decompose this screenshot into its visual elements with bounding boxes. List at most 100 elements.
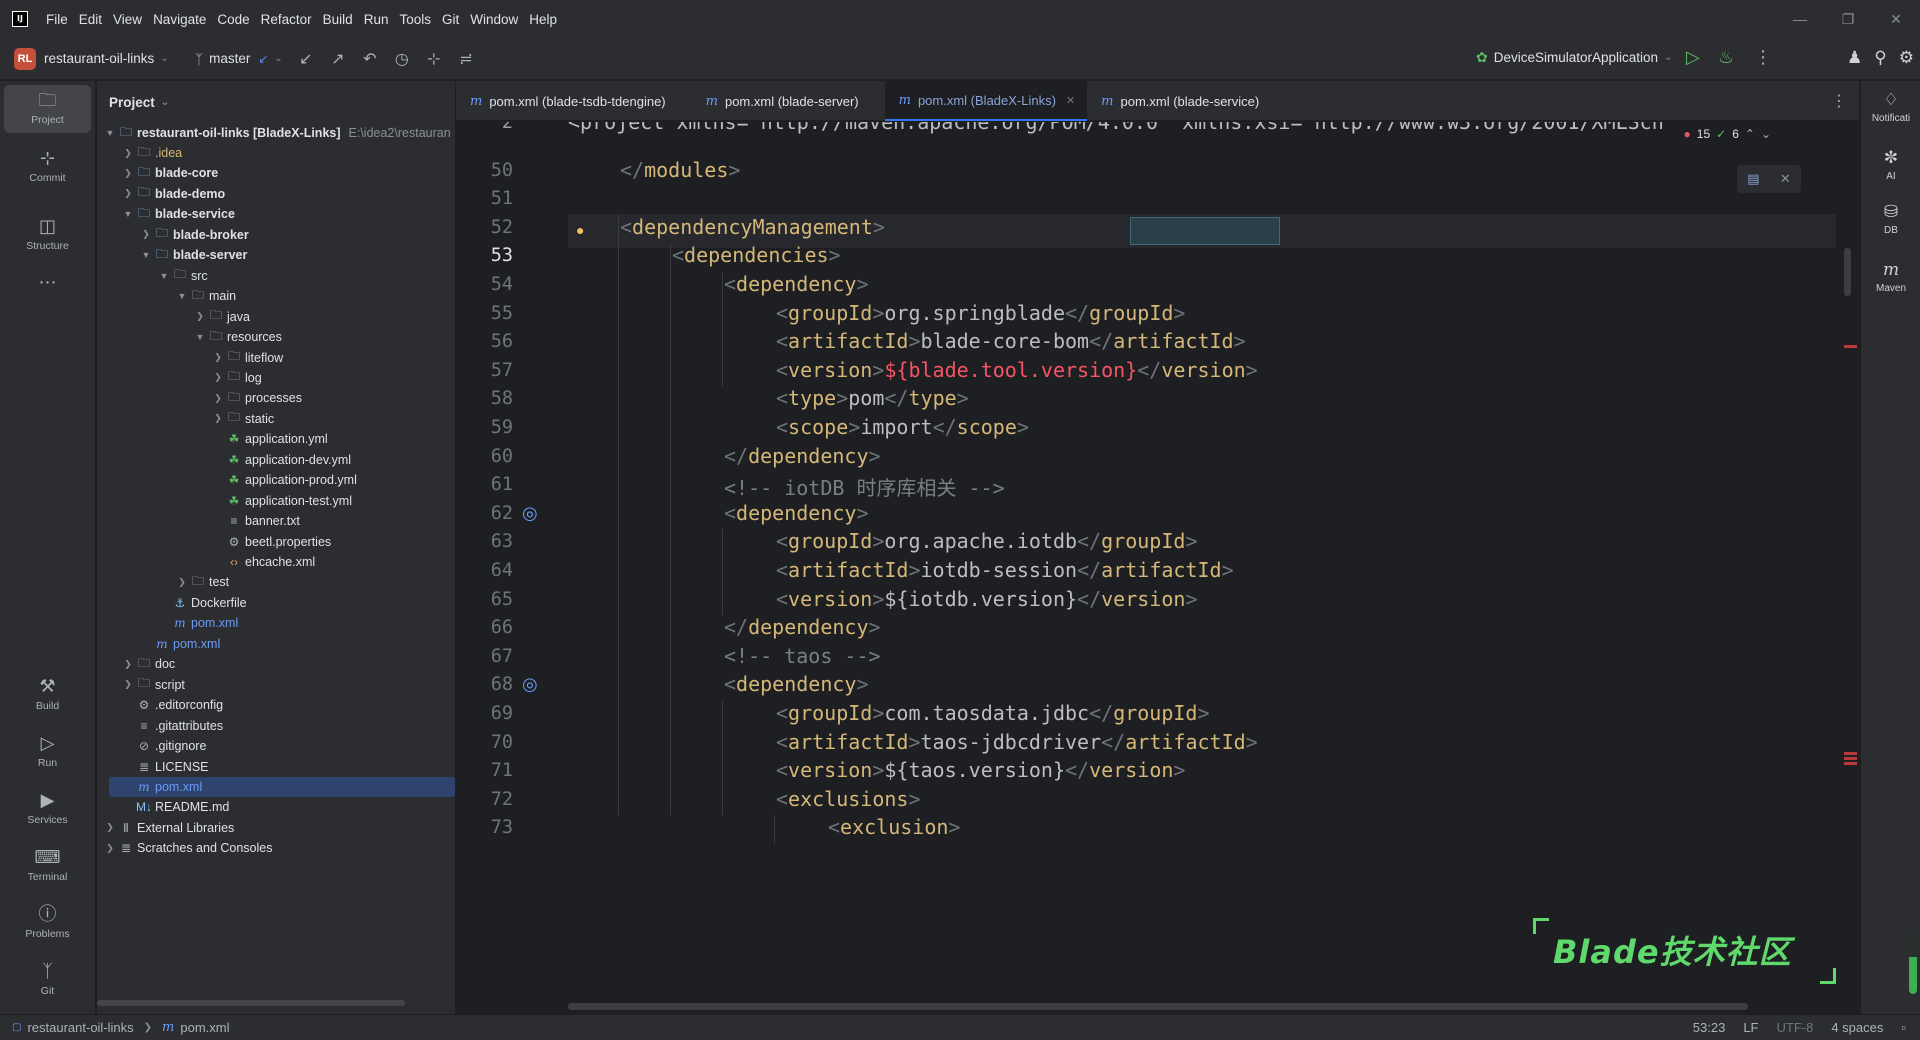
close-window-icon[interactable]: ✕: [1872, 0, 1920, 38]
close-tab-icon[interactable]: ✕: [1066, 94, 1075, 107]
tree-item[interactable]: ⊘ .gitignore: [121, 736, 206, 756]
code-editor[interactable]: 2 50 51 52 53 54 55 56 57 58 59 60 61 62 63 64 65 66 67 68 6…: [456, 122, 1859, 1014]
search-icon[interactable]: ⚲: [1874, 48, 1886, 68]
tool-maven[interactable]: m Maven: [1861, 259, 1920, 294]
restore-icon[interactable]: ❐: [1824, 0, 1872, 38]
chevron-right-icon[interactable]: ❯: [121, 188, 135, 199]
menu-code[interactable]: Code: [217, 12, 249, 27]
more-actions-icon[interactable]: ⋮: [1754, 47, 1772, 68]
tree-item[interactable]: ▼ 🗀 blade-server: [139, 245, 248, 265]
tree-item[interactable]: ❯ 🗀 test: [175, 572, 229, 592]
tree-item[interactable]: ❯ 🗀 doc: [121, 654, 175, 674]
menu-tools[interactable]: Tools: [399, 12, 431, 27]
chevron-down-icon[interactable]: ▼: [157, 271, 171, 281]
tree-item[interactable]: m pom.xml: [139, 634, 220, 654]
push-icon[interactable]: ↗: [329, 49, 347, 69]
minimize-icon[interactable]: —: [1776, 0, 1824, 38]
commit-icon[interactable]: ⊹: [425, 49, 443, 69]
tree-item[interactable]: ▼ 🗀 blade-service: [121, 204, 235, 224]
chevron-right-icon[interactable]: ❯: [211, 393, 225, 404]
tree-item[interactable]: ⚙ beetl.properties: [211, 532, 332, 552]
tree-item[interactable]: ▼ 🗀 src: [157, 266, 208, 286]
overridden-dependency-icon[interactable]: ◎: [522, 503, 538, 524]
settings-gear-icon[interactable]: ⚙: [1899, 48, 1914, 68]
tool-more[interactable]: ⋯: [4, 271, 91, 293]
menu-build[interactable]: Build: [323, 12, 353, 27]
tree-item[interactable]: ❯ 🗀 blade-core: [121, 163, 218, 183]
tool-database[interactable]: ⛁ DB: [1861, 201, 1920, 236]
chevron-down-icon[interactable]: ⌄: [1761, 127, 1771, 141]
caret-position[interactable]: 53:23: [1693, 1020, 1726, 1035]
indent-setting[interactable]: 4 spaces: [1831, 1020, 1883, 1035]
chevron-right-icon[interactable]: ❯: [121, 679, 135, 690]
tree-item[interactable]: ≡ .gitattributes: [121, 716, 223, 736]
menu-edit[interactable]: Edit: [79, 12, 102, 27]
chevron-right-icon[interactable]: ❯: [175, 577, 189, 588]
overridden-dependency-icon[interactable]: ◎: [522, 674, 538, 695]
tool-notifications[interactable]: ♢ Notificati: [1861, 89, 1920, 124]
editor-tab[interactable]: m pom.xml (blade-service): [1087, 81, 1271, 121]
tree-item[interactable]: ☘ application-dev.yml: [211, 450, 351, 470]
chevron-up-icon[interactable]: ⌃: [1745, 127, 1755, 141]
tool-services[interactable]: ▶ Services: [4, 789, 91, 826]
file-encoding[interactable]: UTF-8: [1777, 1020, 1814, 1035]
tool-terminal[interactable]: ⌨ Terminal: [4, 846, 91, 883]
tree-item[interactable]: ❯ 🗀 log: [211, 368, 261, 388]
chevron-right-icon[interactable]: ❯: [103, 822, 117, 833]
menu-run[interactable]: Run: [364, 12, 389, 27]
chevron-right-icon[interactable]: ❯: [121, 168, 135, 179]
project-panel-header[interactable]: Project ⌄: [97, 81, 455, 123]
chevron-right-icon[interactable]: ❯: [139, 229, 153, 240]
chevron-down-icon[interactable]: ▼: [103, 128, 117, 138]
chevron-right-icon[interactable]: ❯: [103, 843, 117, 854]
tool-commit[interactable]: ⊹ Commit: [4, 147, 91, 184]
tab-options-icon[interactable]: ⋮: [1831, 91, 1847, 111]
tree-item[interactable]: ❯ 🗀 blade-demo: [121, 184, 225, 204]
chevron-down-icon[interactable]: ▼: [175, 291, 189, 301]
tree-item[interactable]: ❯ ≣ Scratches and Consoles: [103, 838, 272, 858]
tree-item[interactable]: ⚙ .editorconfig: [121, 695, 224, 715]
tree-item[interactable]: ☘ application.yml: [211, 429, 328, 449]
tree-item[interactable]: ‹› ehcache.xml: [211, 552, 315, 572]
tree-item[interactable]: ▼ 🗀 resources: [193, 327, 282, 347]
close-icon[interactable]: ✕: [1780, 171, 1791, 187]
chevron-down-icon[interactable]: ▼: [193, 332, 207, 342]
vertical-scrollbar[interactable]: [1844, 248, 1851, 296]
tree-item[interactable]: ☘ application-prod.yml: [211, 470, 357, 490]
tree-item[interactable]: ≣ LICENSE: [121, 757, 209, 777]
tool-problems[interactable]: ⓘ Problems: [4, 903, 91, 940]
editor-tab[interactable]: m pom.xml (blade-tsdb-tdengine): [456, 81, 678, 121]
tool-ai[interactable]: ✼ AI: [1861, 147, 1920, 182]
chevron-right-icon[interactable]: ❯: [193, 311, 207, 322]
lock-icon[interactable]: ▫: [1901, 1020, 1906, 1035]
reader-mode-icon[interactable]: ▤: [1747, 171, 1759, 187]
line-separator[interactable]: LF: [1743, 1020, 1758, 1035]
tab-active[interactable]: m pom.xml (BladeX-Links) ✕: [884, 81, 1088, 121]
menu-git[interactable]: Git: [442, 12, 459, 27]
chevron-right-icon[interactable]: ❯: [211, 372, 225, 383]
tree-item[interactable]: ⚓ Dockerfile: [157, 593, 247, 613]
tree-item[interactable]: ❯ 🗀 liteflow: [211, 348, 283, 368]
horizontal-scrollbar[interactable]: [568, 1003, 1748, 1010]
tool-project[interactable]: 🗀 Project: [4, 85, 91, 133]
tree-item[interactable]: ❯ 🗀 processes: [211, 388, 302, 408]
project-badge[interactable]: RL: [14, 47, 36, 70]
menu-window[interactable]: Window: [470, 12, 518, 27]
tool-build[interactable]: ⚒ Build: [4, 675, 91, 712]
run-icon[interactable]: ▷: [1686, 47, 1700, 68]
tree-item[interactable]: ≡ banner.txt: [211, 511, 299, 531]
branch-icon[interactable]: ᛉ: [195, 51, 203, 67]
tool-git[interactable]: ᛉ Git: [4, 960, 91, 997]
rollback-icon[interactable]: ↶: [361, 49, 379, 69]
history-icon[interactable]: ◷: [393, 49, 411, 69]
menu-help[interactable]: Help: [529, 12, 557, 27]
menu-navigate[interactable]: Navigate: [153, 12, 206, 27]
chevron-right-icon[interactable]: ❯: [121, 148, 135, 159]
chevron-right-icon[interactable]: ❯: [211, 352, 225, 363]
tool-run[interactable]: ▷ Run: [4, 732, 91, 769]
chevron-down-icon[interactable]: ⌄: [274, 53, 282, 64]
tree-item[interactable]: ❯ 🗀 static: [211, 409, 274, 429]
menu-file[interactable]: File: [46, 12, 68, 27]
code-with-me-icon[interactable]: ♟: [1847, 48, 1862, 68]
chevron-right-icon[interactable]: ❯: [121, 659, 135, 670]
